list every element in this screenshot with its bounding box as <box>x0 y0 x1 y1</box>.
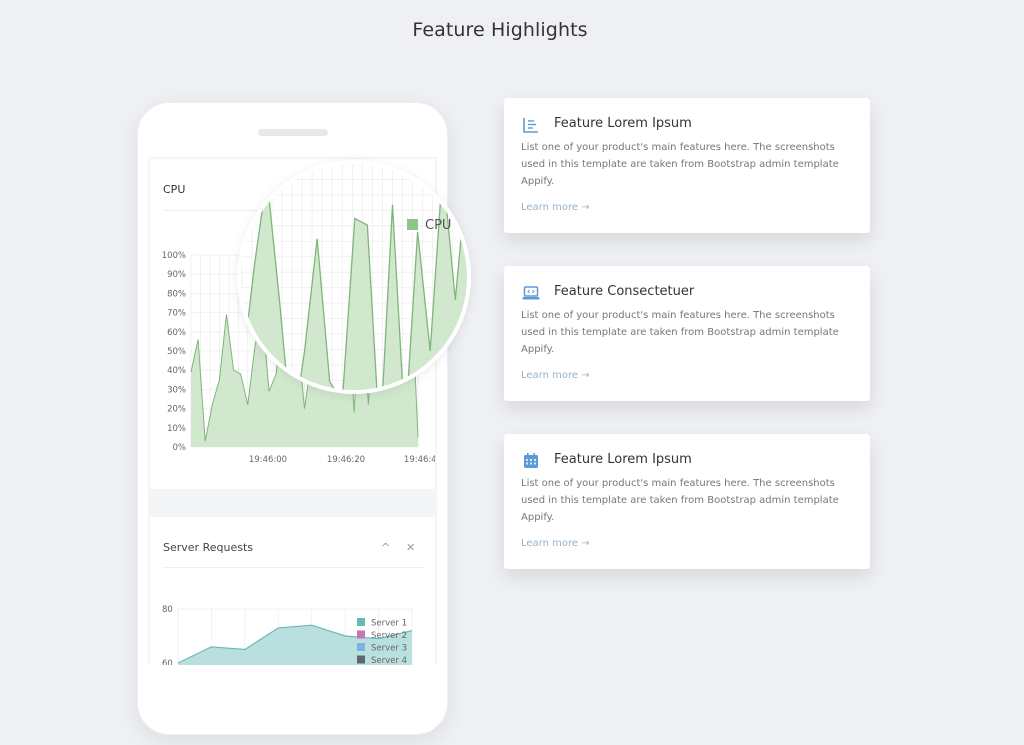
legend-label: Server 3 <box>371 644 407 654</box>
learn-more-link[interactable]: Learn more → <box>521 538 590 549</box>
y-tick-label: 40% <box>167 366 186 376</box>
feature-title: Feature Consectetuer <box>554 284 695 299</box>
y-tick-label: 30% <box>167 385 186 395</box>
legend-swatch <box>357 655 365 664</box>
feature-card: Feature Consectetuer List one of your pr… <box>504 266 870 401</box>
legend-swatch-cpu <box>407 219 418 230</box>
calendar-icon <box>524 453 538 468</box>
y-tick-label: 100% <box>162 251 186 261</box>
page-title: Feature Highlights <box>412 19 588 41</box>
cpu-area <box>241 167 467 390</box>
legend-label: Server 2 <box>371 631 407 641</box>
y-tick-label: 50% <box>167 347 186 357</box>
magnified-cpu-chart: CPU <box>241 164 467 390</box>
feature-card: Feature Lorem Ipsum List one of your pro… <box>504 98 870 233</box>
y-tick-label: 60% <box>167 328 186 338</box>
x-tick-label: 19:46:20 <box>327 455 365 465</box>
legend-swatch <box>357 630 365 639</box>
feature-title: Feature Lorem Ipsum <box>554 116 692 131</box>
x-tick-label: 19:46:40 <box>404 455 435 465</box>
y-tick-label: 20% <box>167 405 186 415</box>
laptop-code-icon <box>522 286 540 300</box>
feature-description: List one of your product's main features… <box>521 142 839 187</box>
y-tick-label: 60 <box>162 659 173 665</box>
legend-swatch <box>357 643 365 651</box>
legend-label: Server 4 <box>371 656 407 665</box>
learn-more-link[interactable]: Learn more → <box>521 202 590 213</box>
server-requests-chart: 60 80 Server 1 Server 2 Server 3 Server 4 <box>162 605 413 665</box>
y-tick-label: 0% <box>173 443 187 453</box>
list-icon <box>523 118 538 133</box>
feature-card: Feature Lorem Ipsum List one of your pro… <box>504 434 870 569</box>
phone-speaker <box>258 129 328 136</box>
y-tick-label: 70% <box>167 309 186 319</box>
x-tick-label: 19:46:00 <box>249 455 287 465</box>
server-requests-card: Server Requests ^ ✕ 60 80 Server 1 Server 2… <box>150 517 435 665</box>
feature-title: Feature Lorem Ipsum <box>554 452 692 467</box>
y-tick-label: 80% <box>167 289 186 299</box>
magnifier-lens: CPU <box>237 160 471 394</box>
y-tick-label: 80 <box>162 605 173 615</box>
y-tick-label: 90% <box>167 270 186 280</box>
legend-swatch <box>357 618 365 626</box>
learn-more-link[interactable]: Learn more → <box>521 370 590 381</box>
legend-label-cpu: CPU <box>425 218 451 233</box>
legend-label: Server 1 <box>371 619 407 629</box>
y-tick-label: 10% <box>167 424 186 434</box>
feature-description: List one of your product's main features… <box>521 310 839 355</box>
feature-description: List one of your product's main features… <box>521 478 839 523</box>
